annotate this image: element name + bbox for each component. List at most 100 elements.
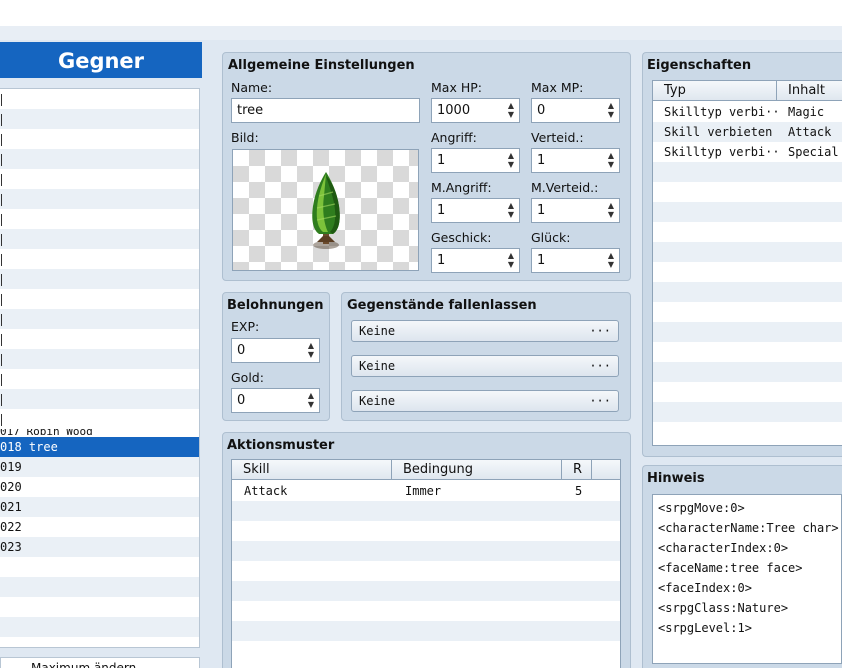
traits-table-header: Typ Inhalt <box>653 81 842 101</box>
table-row[interactable] <box>232 601 620 621</box>
spinner-arrows-icon[interactable]: ▲ ▼ <box>606 151 616 170</box>
attack-spinner[interactable]: 1 ▲ ▼ <box>431 148 520 173</box>
list-item[interactable] <box>0 249 199 269</box>
list-item[interactable] <box>0 169 199 189</box>
list-item[interactable] <box>0 269 199 289</box>
spinner-arrows-icon[interactable]: ▲ ▼ <box>606 201 616 220</box>
list-item[interactable]: 023 <box>0 537 199 557</box>
table-row[interactable] <box>653 282 842 302</box>
table-row[interactable] <box>653 302 842 322</box>
table-row[interactable] <box>653 182 842 202</box>
note-line: <characterIndex:0> <box>658 541 789 555</box>
gold-spinner[interactable]: 0 ▲ ▼ <box>231 388 320 413</box>
enemy-list[interactable]: 017 Robin Wood 018 tree 019 020 021 022 023 <box>0 88 200 648</box>
list-item[interactable]: 021 <box>0 497 199 517</box>
truncated-text <box>1 113 3 126</box>
spinner-arrows-icon[interactable]: ▲ ▼ <box>306 341 316 360</box>
drop-item-2-button[interactable]: Keine ··· <box>351 355 619 377</box>
table-row[interactable] <box>653 162 842 182</box>
max-hp-label: Max HP: <box>431 80 482 95</box>
actions-table[interactable]: Skill Bedingung R Attack Immer 5 <box>231 459 621 668</box>
list-item[interactable]: 022 <box>0 517 199 537</box>
list-item-empty[interactable] <box>0 597 199 617</box>
table-row[interactable] <box>653 342 842 362</box>
list-item[interactable] <box>0 229 199 249</box>
table-row[interactable]: Skill verbieten Attack <box>653 122 842 142</box>
table-row[interactable] <box>653 202 842 222</box>
list-item[interactable] <box>0 209 199 229</box>
table-row[interactable] <box>232 561 620 581</box>
list-item[interactable] <box>0 189 199 209</box>
max-hp-spinner[interactable]: 1000 ▲ ▼ <box>431 98 520 123</box>
drops-title: Gegenstände fallenlassen <box>347 298 537 313</box>
list-item[interactable]: 019 <box>0 457 199 477</box>
column-header-r[interactable]: R <box>562 460 592 480</box>
luck-spinner[interactable]: 1 ▲ ▼ <box>531 248 620 273</box>
table-row[interactable] <box>653 322 842 342</box>
list-item[interactable] <box>0 329 199 349</box>
m-defense-spinner[interactable]: 1 ▲ ▼ <box>531 198 620 223</box>
spinner-arrows-icon[interactable]: ▲ ▼ <box>506 201 516 220</box>
list-item-empty[interactable] <box>0 557 199 577</box>
table-row[interactable]: Skilltyp verbi··· Special <box>653 142 842 162</box>
table-row[interactable] <box>653 362 842 382</box>
exp-spinner[interactable]: 0 ▲ ▼ <box>231 338 320 363</box>
table-row[interactable] <box>653 382 842 402</box>
drop-item-3-button[interactable]: Keine ··· <box>351 390 619 412</box>
table-row[interactable] <box>653 402 842 422</box>
table-row[interactable] <box>653 422 842 442</box>
list-item[interactable] <box>0 309 199 329</box>
column-header-type[interactable]: Typ <box>653 81 777 101</box>
list-item[interactable] <box>0 89 199 109</box>
m-attack-spinner[interactable]: 1 ▲ ▼ <box>431 198 520 223</box>
truncated-text <box>1 193 3 206</box>
table-row[interactable] <box>653 222 842 242</box>
drop-item-1-button[interactable]: Keine ··· <box>351 320 619 342</box>
list-item[interactable]: 018 tree <box>0 437 199 457</box>
list-item[interactable] <box>0 289 199 309</box>
column-header-condition[interactable]: Bedingung <box>392 460 562 480</box>
table-row[interactable] <box>232 621 620 641</box>
list-item[interactable] <box>0 369 199 389</box>
list-item-partial[interactable]: 017 Robin Wood <box>0 429 199 437</box>
column-header-skill[interactable]: Skill <box>232 460 392 480</box>
table-row[interactable] <box>232 541 620 561</box>
column-header-content[interactable]: Inhalt <box>777 81 842 101</box>
table-row[interactable] <box>232 641 620 661</box>
table-row[interactable] <box>232 581 620 601</box>
cell-r: 5 <box>575 484 583 498</box>
table-row[interactable]: Attack Immer 5 <box>232 481 620 501</box>
m-attack-value: 1 <box>437 203 446 218</box>
name-field[interactable]: tree <box>231 98 420 123</box>
list-item[interactable]: 020 <box>0 477 199 497</box>
spinner-arrows-icon[interactable]: ▲ ▼ <box>306 391 316 410</box>
traits-table[interactable]: Typ Inhalt Skilltyp verbi··· Magic Skill v… <box>652 80 842 446</box>
spinner-arrows-icon[interactable]: ▲ ▼ <box>606 101 616 120</box>
list-item[interactable] <box>0 349 199 369</box>
list-item-empty[interactable] <box>0 577 199 597</box>
spinner-arrows-icon[interactable]: ▲ ▼ <box>506 251 516 270</box>
table-row[interactable] <box>232 521 620 541</box>
list-item[interactable] <box>0 109 199 129</box>
note-textarea[interactable]: <srpgMove:0> <characterName:Tree char> <ch… <box>652 494 842 664</box>
list-item[interactable] <box>0 129 199 149</box>
attack-label: Angriff: <box>431 130 477 145</box>
tree-sprite-icon <box>312 172 340 249</box>
spinner-arrows-icon[interactable]: ▲ ▼ <box>506 101 516 120</box>
list-item-empty[interactable] <box>0 637 199 647</box>
table-row[interactable] <box>232 501 620 521</box>
table-row[interactable] <box>653 262 842 282</box>
table-row[interactable]: Skilltyp verbi··· Magic <box>653 102 842 122</box>
list-item-empty[interactable] <box>0 617 199 637</box>
list-item[interactable] <box>0 149 199 169</box>
change-maximum-button[interactable]: Maximum ändern... <box>0 657 200 668</box>
defense-spinner[interactable]: 1 ▲ ▼ <box>531 148 620 173</box>
max-mp-spinner[interactable]: 0 ▲ ▼ <box>531 98 620 123</box>
list-item[interactable] <box>0 389 199 409</box>
spinner-arrows-icon[interactable]: ▲ ▼ <box>506 151 516 170</box>
list-item[interactable] <box>0 409 199 429</box>
agility-spinner[interactable]: 1 ▲ ▼ <box>431 248 520 273</box>
table-row[interactable] <box>653 242 842 262</box>
enemy-image[interactable] <box>232 149 419 271</box>
spinner-arrows-icon[interactable]: ▲ ▼ <box>606 251 616 270</box>
